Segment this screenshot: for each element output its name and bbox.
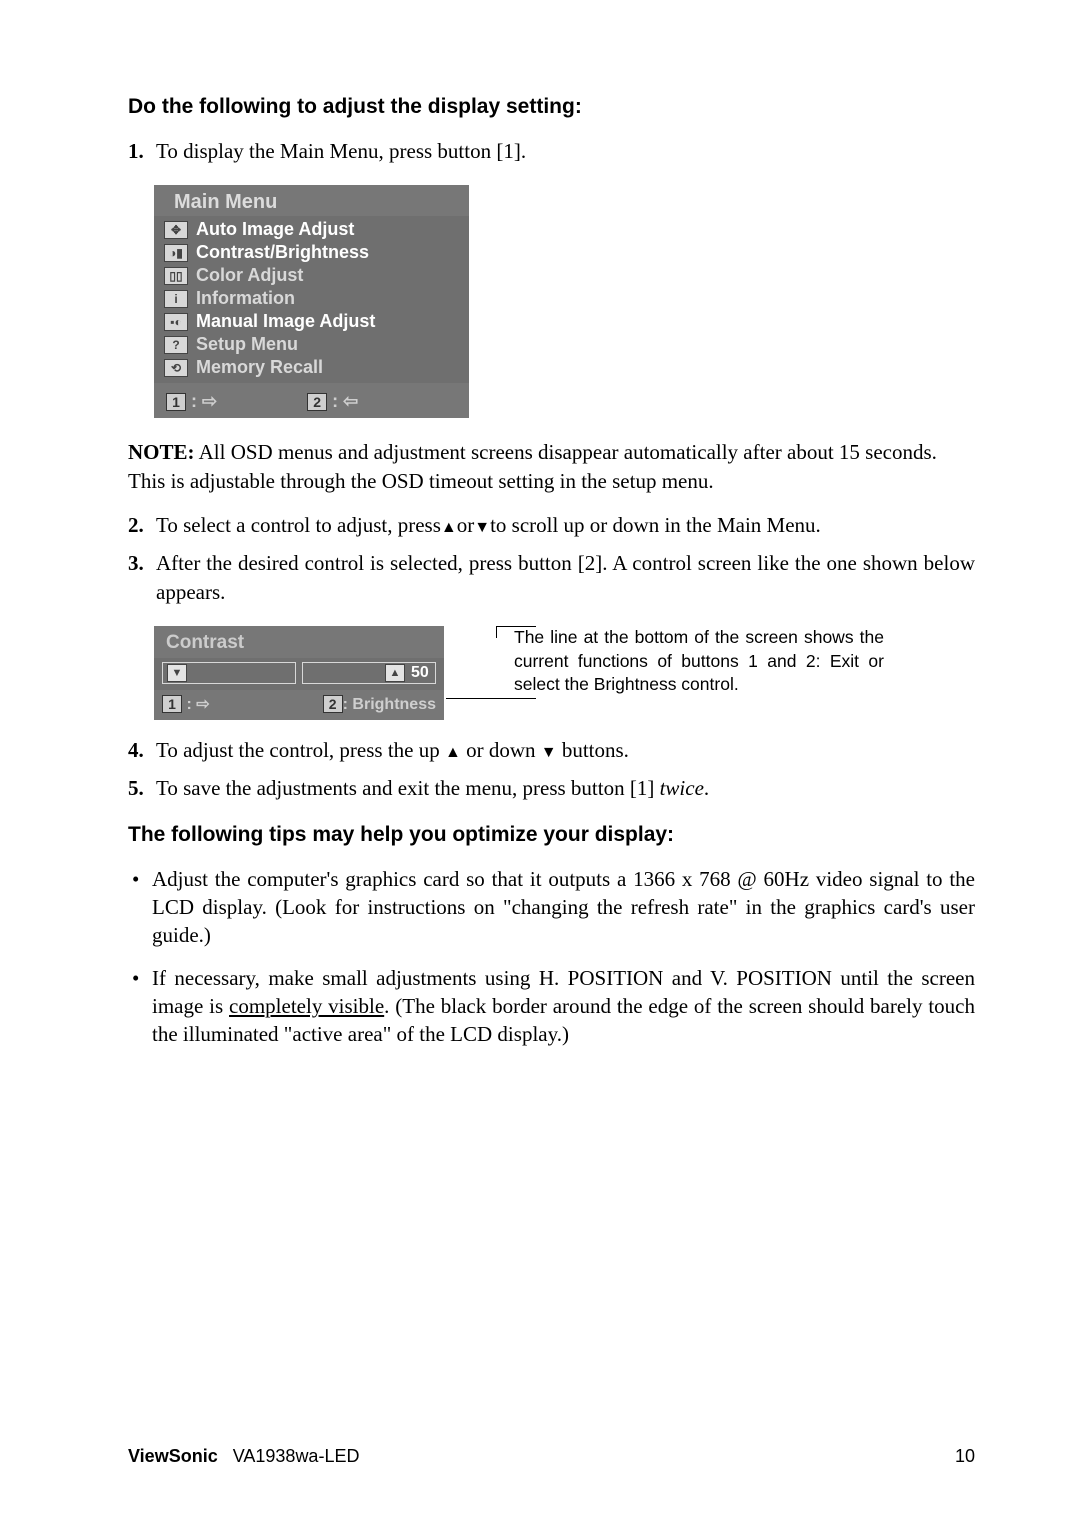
key-2-box: 2	[323, 695, 343, 713]
osd-item-auto-image-adjust: ✥ Auto Image Adjust	[160, 218, 463, 241]
brightness-contrast-icon: ◑▮	[164, 244, 188, 262]
osd-item-label: Memory Recall	[196, 357, 323, 378]
step-5-twice: twice	[660, 776, 704, 800]
osd-item-label: Setup Menu	[196, 334, 298, 355]
key-1-box: 1	[166, 393, 186, 411]
contrast-foot-key-2: 2: Brightness	[323, 695, 436, 714]
down-triangle-icon: ▼	[541, 745, 557, 761]
contrast-bar-right: ▲ 50	[302, 662, 436, 684]
step-4-text: To adjust the control, press the up ▲ or…	[156, 736, 975, 764]
contrast-foot-key-1: 1 : ⇨	[162, 694, 210, 714]
question-icon: ?	[164, 336, 188, 354]
page-footer: ViewSonic VA1938wa-LED 10	[128, 1446, 975, 1467]
tip-2: • If necessary, make small adjustments u…	[128, 964, 975, 1049]
osd-main-menu: Main Menu ✥ Auto Image Adjust ◑▮ Contras…	[154, 185, 469, 418]
exit-right-icon: : ⇨	[191, 391, 217, 411]
osd-contrast-bar-row: ▼ ▲ 50	[154, 658, 444, 690]
osd-item-manual-image-adjust: ▪◐ Manual Image Adjust	[160, 310, 463, 333]
osd-main-title: Main Menu	[154, 185, 469, 216]
manual-adjust-icon: ▪◐	[164, 313, 188, 331]
osd-footer-key-2: 2 : ⇦	[307, 391, 358, 412]
tip-2-text: If necessary, make small adjustments usi…	[152, 964, 975, 1049]
step-2: 2. To select a control to adjust, press▲…	[128, 511, 975, 539]
osd-item-information: i Information	[160, 287, 463, 310]
side-note-functions: The line at the bottom of the screen sho…	[514, 626, 884, 697]
recall-icon: ⟲	[164, 359, 188, 377]
step-5-text: To save the adjustments and exit the men…	[156, 774, 975, 802]
step-2-text: To select a control to adjust, press▲or▼…	[156, 511, 975, 539]
color-bars-icon: ▯▯	[164, 267, 188, 285]
osd-item-label: Information	[196, 288, 295, 309]
contrast-foot-2-label: : Brightness	[343, 696, 436, 713]
key-2-box: 2	[307, 393, 327, 411]
step-number: 4.	[128, 736, 156, 764]
osd-item-color-adjust: ▯▯ Color Adjust	[160, 264, 463, 287]
callout-line	[496, 626, 497, 638]
callout-line	[496, 626, 536, 627]
down-arrow-icon: ▼	[167, 664, 187, 682]
bullet-icon: •	[128, 964, 152, 1049]
step-4: 4. To adjust the control, press the up ▲…	[128, 736, 975, 764]
tip-1-text: Adjust the computer's graphics card so t…	[152, 865, 975, 950]
down-triangle-icon: ▼	[474, 520, 490, 536]
osd-item-label: Color Adjust	[196, 265, 303, 286]
osd-main-footer: 1 : ⇨ 2 : ⇦	[154, 383, 469, 418]
info-icon: i	[164, 290, 188, 308]
step-3-text: After the desired control is selected, p…	[156, 549, 975, 606]
heading-tips: The following tips may help you optimize…	[128, 823, 975, 847]
contrast-value: 50	[411, 664, 435, 682]
osd-item-label: Manual Image Adjust	[196, 311, 375, 332]
footer-model: VA1938wa-LED	[233, 1446, 360, 1466]
crosshair-icon: ✥	[164, 221, 188, 239]
osd-main-body: ✥ Auto Image Adjust ◑▮ Contrast/Brightne…	[154, 216, 469, 383]
step-number: 3.	[128, 549, 156, 606]
tip-1: • Adjust the computer's graphics card so…	[128, 865, 975, 950]
key-1-box: 1	[162, 695, 182, 713]
osd-contrast-footer: 1 : ⇨ 2: Brightness	[154, 690, 444, 720]
step-number: 5.	[128, 774, 156, 802]
up-triangle-icon: ▲	[441, 520, 457, 536]
osd-item-memory-recall: ⟲ Memory Recall	[160, 356, 463, 379]
step-number: 2.	[128, 511, 156, 539]
note-osd-timeout: NOTE: All OSD menus and adjustment scree…	[128, 438, 975, 495]
heading-adjust-display: Do the following to adjust the display s…	[128, 95, 975, 119]
osd-contrast-title: Contrast	[154, 626, 444, 658]
osd-item-setup-menu: ? Setup Menu	[160, 333, 463, 356]
osd-item-label: Auto Image Adjust	[196, 219, 354, 240]
tip-2-underlined: completely visible	[229, 994, 384, 1018]
osd-footer-key-1: 1 : ⇨	[166, 391, 217, 412]
step-1-text: To display the Main Menu, press button […	[156, 137, 975, 165]
enter-left-icon: : ⇦	[332, 391, 358, 411]
step-5: 5. To save the adjustments and exit the …	[128, 774, 975, 802]
up-arrow-icon: ▲	[385, 664, 405, 682]
step-number: 1.	[128, 137, 156, 165]
step-1: 1. To display the Main Menu, press butto…	[128, 137, 975, 165]
callout-line	[446, 698, 536, 699]
step-3: 3. After the desired control is selected…	[128, 549, 975, 606]
contrast-bar-left: ▼	[162, 662, 296, 684]
note-text: All OSD menus and adjustment screens dis…	[128, 440, 937, 492]
bullet-icon: •	[128, 865, 152, 950]
footer-brand: ViewSonic	[128, 1446, 218, 1466]
osd-item-label: Contrast/Brightness	[196, 242, 369, 263]
exit-right-icon: : ⇨	[186, 696, 209, 713]
up-triangle-icon: ▲	[445, 745, 461, 761]
osd-item-contrast-brightness: ◑▮ Contrast/Brightness	[160, 241, 463, 264]
page-number: 10	[955, 1446, 975, 1467]
osd-contrast-panel: Contrast ▼ ▲ 50 1 : ⇨ 2: Brightness	[154, 626, 444, 720]
note-label: NOTE:	[128, 440, 195, 464]
